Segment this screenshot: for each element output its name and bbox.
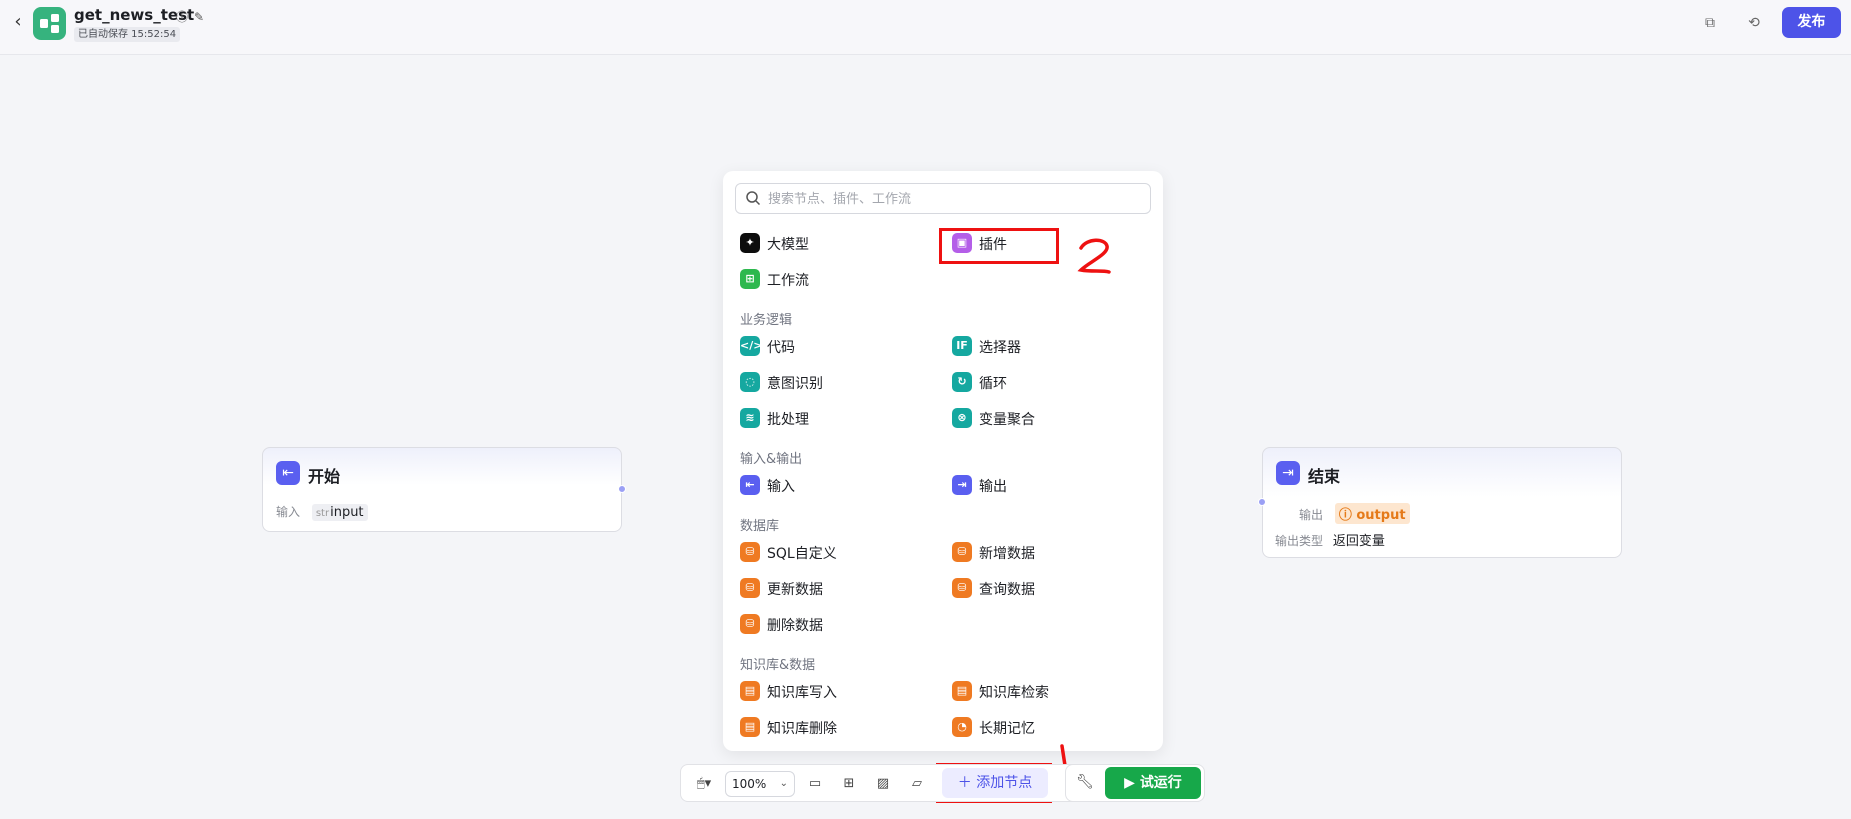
search-input[interactable]	[768, 188, 1138, 210]
node-item-sql[interactable]: ⛁ SQL自定义	[740, 540, 930, 564]
start-node-input-row: 输入 strinput	[276, 503, 368, 521]
memory-icon: ◔	[952, 717, 972, 737]
end-node[interactable]: ⇥ 结束 输出 ⓘ output 输出类型 返回变量	[1258, 447, 1622, 558]
node-item-long-memory[interactable]: ◔ 长期记忆	[952, 715, 1142, 739]
node-item-llm[interactable]: ✦ 大模型	[740, 231, 930, 255]
info-icon[interactable]: ⓘ	[176, 8, 188, 25]
zoom-select[interactable]: 100% ⌄	[725, 771, 795, 797]
end-node-title: 结束	[1308, 467, 1341, 486]
node-item-input[interactable]: ⇤ 输入	[740, 473, 930, 497]
back-icon[interactable]: ‹	[8, 12, 28, 32]
if-icon: IF	[952, 336, 972, 356]
section-title-knowledge: 知识库&数据	[740, 658, 816, 673]
node-item-insert-data[interactable]: ⛁ 新增数据	[952, 540, 1142, 564]
title-actions: ⓘ ✎	[176, 8, 210, 25]
llm-icon: ✦	[740, 233, 760, 253]
node-item-selector[interactable]: IF 选择器	[952, 334, 1142, 358]
output-label: 输出	[1299, 508, 1324, 522]
section-title-io: 输入&输出	[740, 452, 803, 467]
workflow-app-icon	[33, 7, 66, 40]
node-item-var-merge[interactable]: ⊗ 变量聚合	[952, 406, 1142, 430]
publish-button[interactable]: 发布	[1782, 7, 1841, 38]
end-input-port[interactable]	[1258, 498, 1266, 506]
input-variable-chip: strinput	[311, 504, 368, 521]
node-item-loop[interactable]: ↻ 循环	[952, 370, 1142, 394]
output-type-label: 输出类型	[1275, 534, 1324, 548]
input-label: 输入	[276, 505, 301, 519]
history-icon[interactable]: ⟲	[1743, 12, 1765, 34]
node-item-output[interactable]: ⇥ 输出	[952, 473, 1142, 497]
intent-icon: ◌	[740, 372, 760, 392]
layout-icon[interactable]: ⊞	[839, 774, 859, 794]
node-item-code[interactable]: </> 代码	[740, 334, 930, 358]
output-type-value: 返回变量	[1332, 534, 1385, 549]
fit-view-icon[interactable]: ▱	[907, 774, 927, 794]
layers-icon: ≋	[740, 408, 760, 428]
start-node-icon: ⇤	[276, 461, 300, 485]
node-item-intent[interactable]: ◌ 意图识别	[740, 370, 930, 394]
section-title-logic: 业务逻辑	[740, 313, 793, 328]
start-node-title: 开始	[308, 467, 341, 486]
wrench-icon[interactable]: 🔧︎	[1076, 774, 1094, 790]
node-item-delete-data[interactable]: ⛁ 删除数据	[740, 612, 930, 636]
database-icon: ⛁	[740, 542, 760, 562]
kb-write-icon: ▤	[740, 681, 760, 701]
search-icon	[746, 191, 761, 206]
output-icon: ⇥	[952, 475, 972, 495]
output-variable-chip: ⓘ output	[1334, 503, 1410, 524]
node-item-query-data[interactable]: ⛁ 查询数据	[952, 576, 1142, 600]
edit-icon[interactable]: ✎	[194, 10, 204, 24]
minimap-icon[interactable]: ▨	[873, 774, 893, 794]
kb-search-icon: ▤	[952, 681, 972, 701]
node-search-box[interactable]	[735, 183, 1151, 214]
loop-icon: ↻	[952, 372, 972, 392]
merge-icon: ⊗	[952, 408, 972, 428]
node-item-workflow[interactable]: ⊞ 工作流	[740, 267, 930, 291]
mouse-mode-icon[interactable]: 🖱︎▾	[689, 774, 719, 794]
add-node-button[interactable]: ＋ 添加节点	[942, 768, 1048, 798]
autosave-status: 已自动保存 15:52:54	[74, 27, 181, 42]
top-bar: ‹ get_news_test ⓘ ✎ 已自动保存 15:52:54 ⧉ ⟲ 发布	[0, 0, 1851, 55]
database-search-icon: ⛁	[952, 578, 972, 598]
input-icon: ⇤	[740, 475, 760, 495]
end-node-icon: ⇥	[1276, 461, 1300, 485]
database-add-icon: ⛁	[952, 542, 972, 562]
node-item-kb-write[interactable]: ▤ 知识库写入	[740, 679, 930, 703]
end-node-output-row: 输出 ⓘ output	[1299, 503, 1410, 524]
node-item-batch[interactable]: ≋ 批处理	[740, 406, 930, 430]
start-output-port[interactable]	[618, 485, 626, 493]
end-node-type-row: 输出类型 返回变量	[1275, 530, 1385, 549]
code-icon: </>	[740, 336, 762, 356]
node-item-kb-search[interactable]: ▤ 知识库检索	[952, 679, 1142, 703]
node-item-kb-delete[interactable]: ▤ 知识库删除	[740, 715, 930, 739]
workflow-icon: ⊞	[740, 269, 760, 289]
kb-delete-icon: ▤	[740, 717, 760, 737]
comment-icon[interactable]: ▭	[805, 774, 825, 794]
start-node[interactable]: ⇤ 开始 输入 strinput	[262, 447, 626, 532]
node-item-update-data[interactable]: ⛁ 更新数据	[740, 576, 930, 600]
test-run-button[interactable]: ▶ 试运行	[1105, 767, 1201, 799]
database-edit-icon: ⛁	[740, 578, 760, 598]
section-title-database: 数据库	[740, 519, 780, 534]
database-delete-icon: ⛁	[740, 614, 760, 634]
annotation-number-2	[1077, 238, 1111, 274]
annotation-box-plugin	[939, 228, 1059, 264]
copy-icon[interactable]: ⧉	[1699, 12, 1721, 34]
